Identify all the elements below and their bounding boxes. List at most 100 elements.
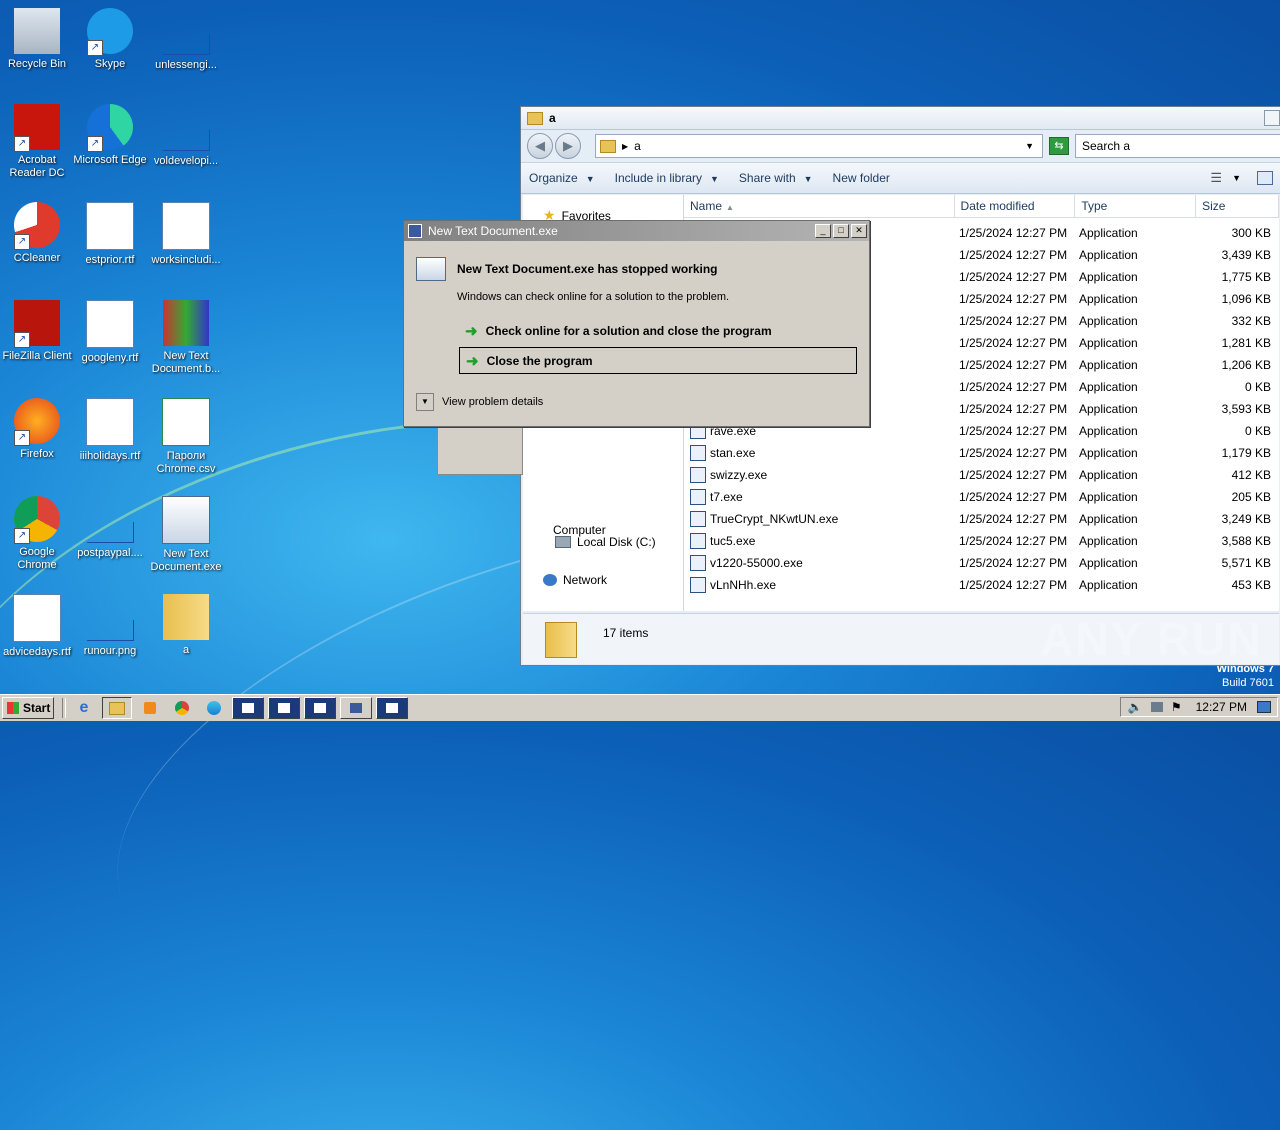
file-type: Application (1079, 512, 1138, 526)
view-options-icon[interactable]: ☰ (1210, 170, 1222, 186)
desktop-icon-label: estprior.rtf (85, 254, 135, 266)
file-size: 1,281 KB (1221, 336, 1271, 350)
desktop-icon[interactable]: iiiholidays.rtf (73, 398, 147, 463)
desktop-icon[interactable]: googleny.rtf (73, 300, 147, 365)
desktop-icon[interactable]: runour.png (73, 594, 147, 658)
dialog-minimize-button[interactable]: _ (815, 224, 831, 238)
desktop-icon[interactable]: unlessengi... (149, 8, 223, 72)
explorer-taskbar-icon[interactable] (102, 697, 132, 719)
shortcut-arrow-icon: ↗ (87, 40, 103, 56)
explorer-titlebar[interactable]: a (521, 107, 1280, 130)
dialog-maximize-button[interactable]: □ (833, 224, 849, 238)
quicklaunch-separator (62, 698, 66, 718)
chevron-down-icon: ▼ (585, 174, 595, 184)
breadcrumb-folder[interactable]: a (634, 139, 641, 153)
file-row[interactable]: v1220-55000.exe 1/25/2024 12:27 PM Applica… (684, 552, 1279, 574)
check-online-option[interactable]: ➜ Check online for a solution and close … (459, 317, 857, 344)
program-icon (162, 496, 210, 544)
taskbar-app-button[interactable] (268, 697, 300, 719)
start-button[interactable]: Start (2, 697, 54, 719)
desktop-icon[interactable]: Recycle Bin (0, 8, 74, 71)
file-name: stan.exe (710, 446, 756, 460)
clock[interactable]: 12:27 PM (1196, 700, 1247, 714)
crash-dialog[interactable]: New Text Document.exe _ □ ✕ New Text Doc… (403, 220, 870, 427)
view-details-toggle[interactable]: ▼ View problem details (416, 393, 543, 411)
include-in-library-button[interactable]: Include in library ▼ (615, 171, 719, 185)
taskbar-app-button[interactable] (304, 697, 336, 719)
file-row[interactable]: tuc5.exe 1/25/2024 12:27 PM Application 3,5… (684, 530, 1279, 552)
desktop-icon[interactable]: advicedays.rtf (0, 594, 74, 659)
chrome-icon: ↗ (14, 496, 60, 544)
desktop-icon[interactable]: voldevelopi... (149, 104, 223, 168)
network-tray-icon[interactable] (1150, 702, 1163, 712)
show-desktop-icon[interactable] (1257, 701, 1271, 713)
desktop-icon[interactable]: ↗ Skype (73, 8, 147, 71)
back-button[interactable]: ◀ (527, 133, 553, 159)
archive-icon (163, 300, 209, 346)
dialog-close-button[interactable]: ✕ (851, 224, 867, 238)
close-program-option[interactable]: ➜ Close the program (459, 347, 857, 374)
taskbar-app-button[interactable] (232, 697, 264, 719)
file-type: Application (1079, 248, 1138, 262)
desktop-icon-label: New Text Document.b... (151, 350, 221, 375)
volume-icon[interactable]: 🔈 (1128, 700, 1143, 714)
word-doc-icon (86, 202, 134, 250)
desktop-icon[interactable]: ↗ CCleaner (0, 202, 74, 265)
chevron-down-icon[interactable]: ▼ (1232, 173, 1241, 183)
desktop-icon[interactable]: ↗ Acrobat Reader DC (0, 104, 74, 180)
column-type[interactable]: Type (1075, 195, 1197, 217)
new-folder-button[interactable]: New folder (833, 171, 890, 185)
nav-local-disk[interactable]: Local Disk (C:) (555, 535, 656, 549)
taskbar-app-button[interactable] (376, 697, 408, 719)
desktop-icon[interactable]: New Text Document.exe (149, 496, 223, 574)
desktop-icon[interactable]: ↗ Google Chrome (0, 496, 74, 572)
shortcut-arrow-icon: ↗ (87, 136, 103, 152)
file-date: 1/25/2024 12:27 PM (959, 490, 1068, 504)
dialog-titlebar[interactable]: New Text Document.exe _ □ ✕ (404, 221, 869, 241)
desktop-icon[interactable]: New Text Document.b... (149, 300, 223, 376)
refresh-icon[interactable]: ⇆ (1049, 137, 1069, 155)
file-row[interactable]: stan.exe 1/25/2024 12:27 PM Application 1,1… (684, 442, 1279, 464)
organize-label: Organize (529, 171, 578, 185)
desktop-icon[interactable]: ↗ FileZilla Client (0, 300, 74, 363)
desktop-icon-label: runour.png (83, 645, 137, 657)
forward-button[interactable]: ▶ (555, 133, 581, 159)
column-size[interactable]: Size (1196, 195, 1279, 217)
desktop-icon[interactable]: worksincludi... (149, 202, 223, 267)
edge-icon[interactable] (200, 698, 228, 718)
desktop-icon[interactable]: ↗ Microsoft Edge (73, 104, 147, 167)
file-size: 0 KB (1244, 380, 1271, 394)
file-row[interactable]: t7.exe 1/25/2024 12:27 PM Application 205 K… (684, 486, 1279, 508)
address-dropdown-icon[interactable]: ▼ (1025, 141, 1034, 151)
file-name: t7.exe (710, 490, 743, 504)
desktop-icon[interactable]: a (149, 594, 223, 657)
ie-icon[interactable]: e (70, 698, 98, 718)
file-name-cell: v1220-55000.exe (684, 555, 953, 571)
column-date[interactable]: Date modified (955, 195, 1076, 217)
taskbar-app-button[interactable] (340, 697, 372, 719)
file-size: 205 KB (1231, 490, 1271, 504)
chrome-icon[interactable] (168, 698, 196, 718)
organize-button[interactable]: Organize ▼ (529, 171, 595, 185)
file-type: Application (1079, 380, 1138, 394)
file-row[interactable]: swizzy.exe 1/25/2024 12:27 PM Application 4… (684, 464, 1279, 486)
green-arrow-icon: ➜ (466, 352, 479, 370)
search-input[interactable]: Search a (1075, 134, 1280, 158)
column-name[interactable]: Name ▲ (684, 195, 955, 217)
address-bar[interactable]: ▶ a ▼ (595, 134, 1043, 158)
desktop-icon[interactable]: ↗ Firefox (0, 398, 74, 461)
desktop-icon[interactable]: estprior.rtf (73, 202, 147, 267)
file-row[interactable]: vLnNHh.exe 1/25/2024 12:27 PM Application 4… (684, 574, 1279, 596)
file-name-cell: vLnNHh.exe (684, 577, 953, 593)
flag-icon[interactable]: ⚑ (1171, 700, 1182, 714)
media-player-icon[interactable] (136, 698, 164, 718)
preview-pane-icon[interactable] (1257, 171, 1273, 185)
nav-network[interactable]: Network (543, 573, 607, 587)
share-with-button[interactable]: Share with ▼ (739, 171, 813, 185)
file-row[interactable]: TrueCrypt_NKwtUN.exe 1/25/2024 12:27 PM Ap… (684, 508, 1279, 530)
minimize-button[interactable] (1264, 110, 1280, 126)
share-label: Share with (738, 171, 796, 185)
desktop-icon[interactable]: Пароли Chrome.csv (149, 398, 223, 476)
desktop-icon[interactable]: postpaypal.... (73, 496, 147, 560)
breadcrumb-arrow-icon[interactable]: ▶ (622, 142, 628, 151)
